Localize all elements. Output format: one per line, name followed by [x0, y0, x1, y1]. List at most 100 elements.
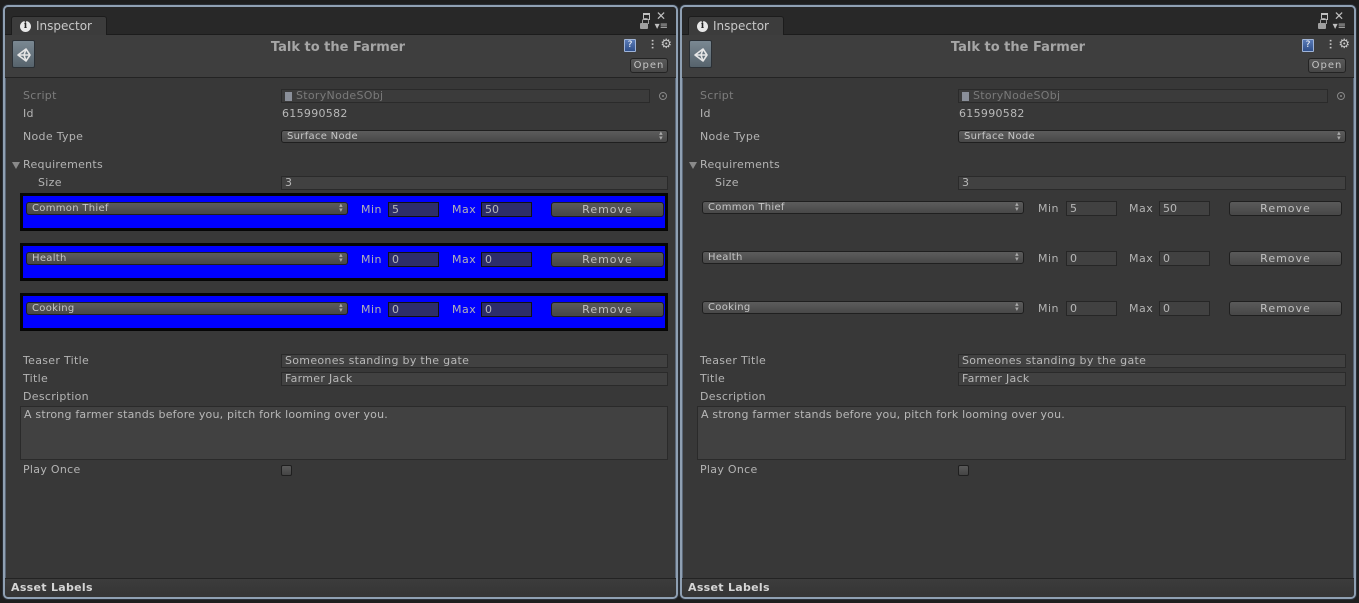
- requirement-type-value: Health: [708, 252, 743, 263]
- title-input[interactable]: Farmer Jack: [281, 372, 668, 386]
- teaser-title-input[interactable]: Someones standing by the gate: [281, 354, 668, 368]
- requirement-row: Health ▴ ▾ Min 0 Max 0 Remove: [20, 243, 668, 281]
- requirement-type-dropdown[interactable]: Cooking ▴ ▾: [702, 301, 1024, 314]
- max-input[interactable]: 50: [481, 202, 532, 217]
- node-type-dropdown[interactable]: Surface Node ▴ ▾: [958, 130, 1346, 143]
- dropdown-arrows-icon: ▴ ▾: [339, 251, 343, 264]
- panel-menu-icon[interactable]: ▾≡: [1333, 22, 1346, 32]
- remove-button[interactable]: Remove: [1229, 251, 1342, 266]
- requirement-type-dropdown[interactable]: Common Thief ▴ ▾: [702, 201, 1024, 214]
- min-input[interactable]: 5: [1066, 201, 1117, 216]
- script-file-icon: [962, 92, 969, 101]
- node-type-value: Surface Node: [964, 131, 1035, 142]
- dropdown-arrows-icon: ▴ ▾: [339, 301, 343, 314]
- max-input[interactable]: 0: [481, 252, 532, 267]
- max-label: Max: [452, 253, 477, 266]
- tab-bar: i Inspector ✕ ▾≡: [682, 7, 1354, 36]
- requirement-type-value: Cooking: [32, 303, 75, 314]
- max-input[interactable]: 0: [481, 302, 532, 317]
- requirement-type-dropdown[interactable]: Cooking ▴ ▾: [26, 302, 348, 315]
- close-icon[interactable]: ✕: [656, 10, 666, 22]
- min-input[interactable]: 0: [1066, 251, 1117, 266]
- min-input[interactable]: 0: [1066, 301, 1117, 316]
- teaser-title-label: Teaser Title: [700, 354, 767, 367]
- tab-label: Inspector: [36, 19, 92, 33]
- gear-icon[interactable]: ⚙: [1338, 37, 1350, 52]
- requirement-row: Common Thief ▴ ▾ Min 5 Max 50 Remove: [697, 193, 1346, 231]
- object-picker-icon[interactable]: [659, 92, 667, 100]
- remove-button[interactable]: Remove: [551, 202, 664, 217]
- title-input[interactable]: Farmer Jack: [958, 372, 1346, 386]
- script-field: StoryNodeSObj: [281, 89, 650, 103]
- max-input[interactable]: 50: [1159, 201, 1210, 216]
- requirement-type-dropdown[interactable]: Health ▴ ▾: [26, 252, 348, 265]
- min-label: Min: [1038, 202, 1060, 215]
- inspector-header: Talk to the Farmer ? ⫶ ⚙ Open: [5, 35, 676, 78]
- help-icon[interactable]: ?: [1302, 39, 1314, 52]
- remove-button[interactable]: Remove: [1229, 201, 1342, 216]
- preset-icon[interactable]: ⫶: [651, 39, 654, 51]
- lock-icon[interactable]: [640, 18, 649, 29]
- play-once-checkbox[interactable]: [281, 465, 292, 476]
- description-label: Description: [23, 390, 89, 403]
- requirement-type-value: Cooking: [708, 302, 751, 313]
- inspector-window-right: i Inspector ✕ ▾≡ Talk to the Farmer ? ⫶ …: [680, 5, 1356, 599]
- requirement-row: Cooking ▴ ▾ Min 0 Max 0 Remove: [697, 293, 1346, 331]
- requirements-foldout[interactable]: Requirements: [700, 158, 780, 171]
- asset-labels-bar[interactable]: Asset Labels: [5, 578, 676, 597]
- min-input[interactable]: 0: [388, 302, 439, 317]
- requirement-type-value: Common Thief: [32, 203, 109, 214]
- requirement-type-dropdown[interactable]: Common Thief ▴ ▾: [26, 202, 348, 215]
- size-input[interactable]: 3: [281, 176, 668, 190]
- dropdown-arrows-icon: ▴ ▾: [659, 129, 663, 142]
- min-input[interactable]: 5: [388, 202, 439, 217]
- requirement-type-dropdown[interactable]: Health ▴ ▾: [702, 251, 1024, 264]
- tab-bar: i Inspector ✕ ▾≡: [5, 7, 676, 36]
- script-label: Script: [23, 89, 57, 102]
- object-picker-icon[interactable]: [1337, 92, 1345, 100]
- max-label: Max: [452, 203, 477, 216]
- tab-label: Inspector: [713, 19, 769, 33]
- help-icon[interactable]: ?: [624, 39, 636, 52]
- max-input[interactable]: 0: [1159, 301, 1210, 316]
- script-file-icon: [285, 92, 292, 101]
- panel-menu-icon[interactable]: ▾≡: [655, 22, 668, 32]
- max-input[interactable]: 0: [1159, 251, 1210, 266]
- inspector-body: Script StoryNodeSObj Id 615990582 Node T…: [682, 79, 1354, 597]
- requirement-type-value: Common Thief: [708, 202, 785, 213]
- preset-icon[interactable]: ⫶: [1329, 39, 1332, 51]
- gear-icon[interactable]: ⚙: [660, 37, 672, 52]
- requirement-row: Common Thief ▴ ▾ Min 5 Max 50 Remove: [20, 193, 668, 231]
- script-value: StoryNodeSObj: [296, 89, 384, 102]
- play-once-label: Play Once: [700, 463, 758, 476]
- remove-button[interactable]: Remove: [1229, 301, 1342, 316]
- asset-labels-bar[interactable]: Asset Labels: [682, 578, 1354, 597]
- open-button[interactable]: Open: [630, 58, 668, 73]
- requirement-type-value: Health: [32, 253, 67, 264]
- foldout-expanded-icon[interactable]: [12, 162, 20, 169]
- min-input[interactable]: 0: [388, 252, 439, 267]
- open-button[interactable]: Open: [1308, 58, 1346, 73]
- inspector-window-left: i Inspector ✕ ▾≡ Talk to the Farmer ? ⫶ …: [3, 5, 678, 599]
- size-input[interactable]: 3: [958, 176, 1346, 190]
- description-textarea[interactable]: A strong farmer stands before you, pitch…: [697, 406, 1346, 460]
- inspector-tab[interactable]: i Inspector: [11, 16, 107, 36]
- close-icon[interactable]: ✕: [1334, 10, 1344, 22]
- play-once-checkbox[interactable]: [958, 465, 969, 476]
- play-once-label: Play Once: [23, 463, 81, 476]
- description-textarea[interactable]: A strong farmer stands before you, pitch…: [20, 406, 668, 460]
- requirements-foldout[interactable]: Requirements: [23, 158, 103, 171]
- size-label: Size: [38, 176, 62, 189]
- inspector-tab[interactable]: i Inspector: [688, 16, 784, 36]
- remove-button[interactable]: Remove: [551, 252, 664, 267]
- node-type-dropdown[interactable]: Surface Node ▴ ▾: [281, 130, 668, 143]
- min-label: Min: [361, 203, 383, 216]
- remove-button[interactable]: Remove: [551, 302, 664, 317]
- title-label: Title: [700, 372, 726, 385]
- lock-icon[interactable]: [1318, 18, 1327, 29]
- foldout-expanded-icon[interactable]: [689, 162, 697, 169]
- teaser-title-input[interactable]: Someones standing by the gate: [958, 354, 1346, 368]
- dropdown-arrows-icon: ▴ ▾: [1337, 129, 1341, 142]
- title-label: Title: [23, 372, 49, 385]
- min-label: Min: [361, 303, 383, 316]
